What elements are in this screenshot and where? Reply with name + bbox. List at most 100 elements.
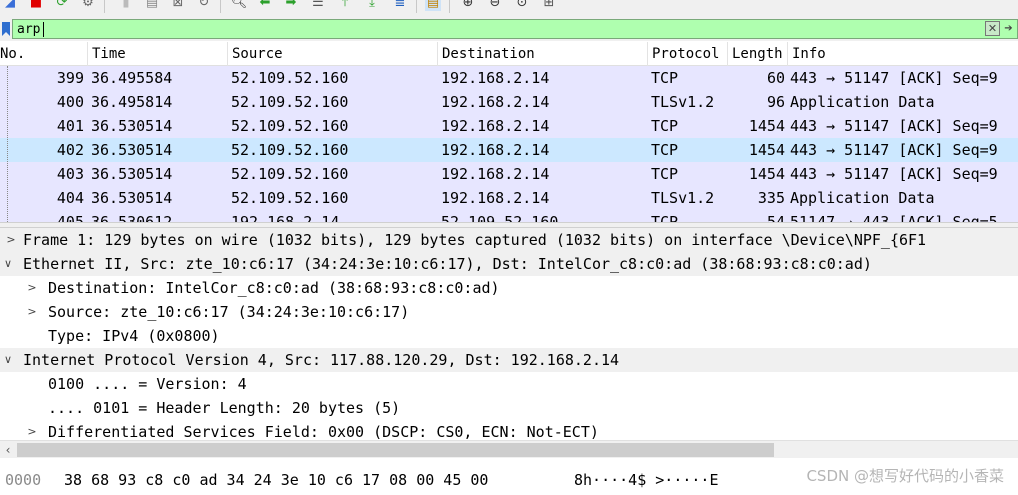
packet-row[interactable]: 402 36.530514 52.109.52.160 192.168.2.14 TCP… — [0, 138, 1018, 162]
ascii-bytes[interactable]: 8h····4$ >·····E — [574, 470, 719, 490]
cell-source: 52.109.52.160 — [231, 165, 349, 183]
detail-row-dsfield[interactable]: > Differentiated Services Field: 0x00 (D… — [0, 420, 1018, 440]
related-packets-line — [7, 66, 8, 222]
go-forward-icon[interactable]: ➡ — [283, 0, 299, 11]
go-last-icon[interactable]: ⤓ — [364, 0, 380, 11]
details-horizontal-scrollbar[interactable]: ‹ — [0, 440, 1018, 458]
cell-no: 399 — [56, 69, 84, 87]
detail-row-version[interactable]: 0100 .... = Version: 4 — [0, 372, 1018, 396]
go-to-packet-icon[interactable]: ☰ — [310, 0, 326, 11]
column-header-info[interactable]: Info — [787, 42, 1018, 66]
packet-row[interactable]: 399 36.495584 52.109.52.160 192.168.2.14 TCP… — [0, 66, 1018, 90]
apply-filter-icon[interactable]: ➔ — [1002, 21, 1015, 36]
auto-scroll-icon[interactable]: ≣ — [392, 0, 408, 11]
column-header-protocol[interactable]: Protocol — [647, 42, 727, 66]
stop-capture-icon[interactable]: ■ — [28, 0, 44, 11]
cell-length: 1454 — [748, 165, 785, 183]
expand-arrow-icon[interactable]: > — [25, 300, 39, 324]
cell-info: 443 → 51147 [ACK] Seq=9 — [790, 141, 998, 159]
resize-columns-icon[interactable]: ⊞ — [541, 0, 557, 11]
column-header-destination[interactable]: Destination — [437, 42, 647, 66]
save-file-icon[interactable]: ▤ — [144, 0, 160, 11]
collapse-arrow-icon[interactable]: ∨ — [1, 252, 15, 276]
detail-row-ipv4[interactable]: ∨ Internet Protocol Version 4, Src: 117.… — [0, 348, 1018, 372]
detail-text: Frame 1: 129 bytes on wire (1032 bits), … — [23, 231, 927, 249]
cell-source: 52.109.52.160 — [231, 69, 349, 87]
zoom-in-icon[interactable]: ⊕ — [460, 0, 476, 11]
cell-source: 52.109.52.160 — [231, 141, 349, 159]
cell-protocol: TCP — [651, 117, 679, 135]
text-caret — [43, 22, 44, 37]
cell-source: 192.168.2.14 — [231, 213, 340, 222]
reload-file-icon[interactable]: ↻ — [196, 0, 212, 11]
cell-length: 96 — [766, 93, 785, 111]
column-header-time[interactable]: Time — [87, 42, 227, 66]
cell-info: 51147 → 443 [ACK] Seq=5 — [790, 213, 998, 222]
cell-destination: 192.168.2.14 — [441, 141, 550, 159]
expand-arrow-icon[interactable]: > — [25, 276, 39, 300]
start-capture-icon[interactable]: ◢ — [2, 0, 18, 11]
capture-options-icon[interactable]: ⚙ — [80, 0, 96, 11]
cell-length: 54 — [766, 213, 785, 222]
cell-no: 402 — [56, 141, 84, 159]
packet-row[interactable]: 400 36.495814 52.109.52.160 192.168.2.14 TLS… — [0, 90, 1018, 114]
cell-destination: 192.168.2.14 — [441, 69, 550, 87]
go-back-icon[interactable]: ⬅ — [257, 0, 273, 11]
cell-info: 443 → 51147 [ACK] Seq=9 — [790, 69, 998, 87]
detail-text: Differentiated Services Field: 0x00 (DSC… — [48, 423, 599, 440]
open-file-icon[interactable]: ▮ — [118, 0, 134, 11]
cell-destination: 192.168.2.14 — [441, 93, 550, 111]
cell-protocol: TCP — [651, 213, 679, 222]
cell-no: 401 — [56, 117, 84, 135]
detail-row-source[interactable]: > Source: zte_10:c6:17 (34:24:3e:10:c6:1… — [0, 300, 1018, 324]
zoom-normal-icon[interactable]: ⊙ — [514, 0, 530, 11]
bookmark-icon[interactable] — [1, 22, 11, 36]
cell-no: 403 — [56, 165, 84, 183]
detail-text: 0100 .... = Version: 4 — [48, 375, 247, 393]
packet-row[interactable]: 404 36.530514 52.109.52.160 192.168.2.14 TLS… — [0, 186, 1018, 210]
find-packet-icon[interactable]: 🔍︎ — [231, 0, 248, 11]
cell-info: 443 → 51147 [ACK] Seq=9 — [790, 117, 998, 135]
cell-time: 36.530514 — [91, 141, 173, 159]
scroll-left-icon[interactable]: ‹ — [0, 441, 16, 459]
colorize-icon[interactable]: ▤ — [425, 0, 441, 11]
clear-filter-icon[interactable]: ✕ — [985, 21, 1000, 36]
zoom-out-icon[interactable]: ⊖ — [487, 0, 503, 11]
cell-info: Application Data — [790, 93, 935, 111]
cell-no: 400 — [56, 93, 84, 111]
cell-time: 36.530612 — [91, 213, 173, 222]
cell-destination: 192.168.2.14 — [441, 165, 550, 183]
display-filter-input[interactable]: arp ✕ ➔ — [12, 19, 1018, 39]
close-file-icon[interactable]: ⊠ — [170, 0, 186, 11]
detail-row-header-length[interactable]: .... 0101 = Header Length: 20 bytes (5) — [0, 396, 1018, 420]
collapse-arrow-icon[interactable]: ∨ — [1, 348, 15, 372]
packet-row[interactable]: 405 36.530612 192.168.2.14 52.109.52.160 TCP… — [0, 210, 1018, 222]
detail-row-type[interactable]: Type: IPv4 (0x0800) — [0, 324, 1018, 348]
hex-bytes[interactable]: 38 68 93 c8 c0 ad 34 24 3e 10 c6 17 08 0… — [64, 470, 488, 490]
column-header-no[interactable]: No. — [0, 42, 86, 66]
column-header-length[interactable]: Length — [727, 42, 787, 66]
packet-details-pane[interactable]: > Frame 1: 129 bytes on wire (1032 bits)… — [0, 228, 1018, 440]
detail-text: .... 0101 = Header Length: 20 bytes (5) — [48, 399, 401, 417]
expand-arrow-icon[interactable]: > — [25, 420, 39, 440]
detail-row-ethernet[interactable]: ∨ Ethernet II, Src: zte_10:c6:17 (34:24:… — [0, 252, 1018, 276]
detail-row-frame[interactable]: > Frame 1: 129 bytes on wire (1032 bits)… — [0, 228, 1018, 252]
detail-text: Internet Protocol Version 4, Src: 117.88… — [23, 351, 620, 369]
go-first-icon[interactable]: ⤒ — [337, 0, 353, 11]
scrollbar-thumb[interactable] — [17, 443, 774, 457]
packet-row[interactable]: 403 36.530514 52.109.52.160 192.168.2.14 TCP… — [0, 162, 1018, 186]
detail-text: Type: IPv4 (0x0800) — [48, 327, 220, 345]
main-toolbar: ◢ ■ ⟳ ⚙ ▮ ▤ ⊠ ↻ 🔍︎ ⬅ ➡ ☰ ⤒ ⤓ ≣ ▤ ⊕ ⊖ ⊙ ⊞ — [0, 0, 1018, 17]
column-header-source[interactable]: Source — [227, 42, 437, 66]
packet-row[interactable]: 401 36.530514 52.109.52.160 192.168.2.14 TCP… — [0, 114, 1018, 138]
display-filter-text[interactable]: arp — [17, 22, 40, 37]
watermark: CSDN @想写好代码的小香菜 — [806, 467, 1004, 485]
cell-protocol: TLSv1.2 — [651, 189, 715, 207]
expand-arrow-icon[interactable]: > — [4, 228, 18, 252]
cell-destination: 52.109.52.160 — [441, 213, 559, 222]
detail-text: Ethernet II, Src: zte_10:c6:17 (34:24:3e… — [23, 255, 872, 273]
packet-list[interactable]: No. Time Source Destination Protocol Len… — [0, 42, 1018, 222]
detail-row-destination[interactable]: > Destination: IntelCor_c8:c0:ad (38:68:… — [0, 276, 1018, 300]
restart-capture-icon[interactable]: ⟳ — [54, 0, 70, 11]
cell-protocol: TCP — [651, 69, 679, 87]
